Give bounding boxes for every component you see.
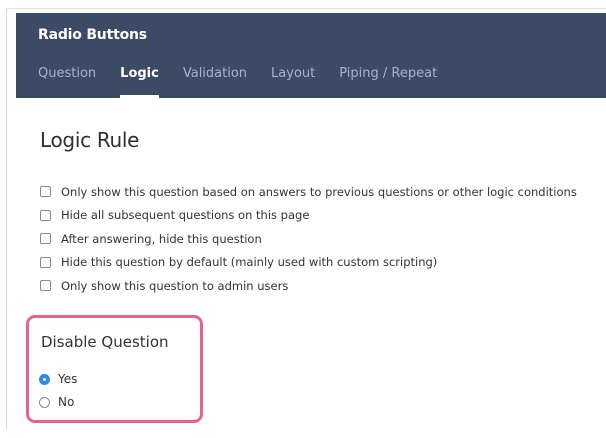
panel-left-border [6,8,7,430]
logic-option-label[interactable]: After answering, hide this question [61,232,262,246]
radio-yes-label[interactable]: Yes [58,372,77,386]
editor-header: Radio Buttons Question Logic Validation … [16,13,606,98]
logic-option-checkbox[interactable] [40,233,51,245]
logic-options-list: Only show this question based on answers… [40,180,577,298]
radio-no[interactable] [39,396,50,408]
editor-tabs: Question Logic Validation Layout Piping … [38,65,461,98]
tab-piping-repeat[interactable]: Piping / Repeat [339,65,437,98]
logic-option-checkbox[interactable] [40,209,51,221]
question-editor-panel: Radio Buttons Question Logic Validation … [0,0,606,438]
logic-option-row: Hide this question by default (mainly us… [40,251,577,275]
logic-option-label[interactable]: Only show this question to admin users [61,279,288,293]
tab-question[interactable]: Question [38,65,96,98]
logic-option-checkbox[interactable] [40,256,51,268]
logic-option-row: Only show this question based on answers… [40,180,577,204]
disable-question-highlight: Disable Question Yes No [26,315,203,423]
logic-rule-heading: Logic Rule [40,128,140,152]
logic-option-label[interactable]: Hide all subsequent questions on this pa… [61,208,309,222]
logic-option-row: Only show this question to admin users [40,274,577,298]
radio-yes[interactable] [39,373,50,385]
question-type-title: Radio Buttons [38,27,147,43]
tab-validation[interactable]: Validation [183,65,247,98]
logic-option-label[interactable]: Hide this question by default (mainly us… [61,255,437,269]
disable-question-heading: Disable Question [41,333,169,351]
logic-option-checkbox[interactable] [40,186,51,198]
logic-option-checkbox[interactable] [40,280,51,292]
logic-option-row: Hide all subsequent questions on this pa… [40,204,577,228]
disable-yes-option[interactable]: Yes [39,372,77,386]
logic-option-label[interactable]: Only show this question based on answers… [61,185,577,199]
panel-top-border [6,8,606,9]
logic-option-row: After answering, hide this question [40,227,577,251]
tab-logic[interactable]: Logic [120,65,159,98]
tab-layout[interactable]: Layout [271,65,315,98]
disable-no-option[interactable]: No [39,395,74,409]
radio-no-label[interactable]: No [58,395,74,409]
